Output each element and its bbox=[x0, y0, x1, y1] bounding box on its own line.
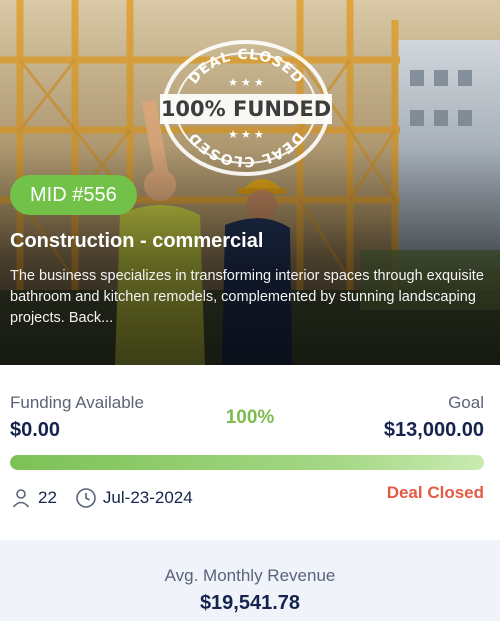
stamp-stars: ★ ★ ★ bbox=[228, 77, 264, 89]
mid-badge: MID #556 bbox=[10, 175, 137, 215]
revenue-section: Avg. Monthly Revenue $19,541.78 bbox=[0, 540, 500, 621]
avg-monthly-revenue-value: $19,541.78 bbox=[199, 592, 301, 614]
deal-date: Jul-23-2024 bbox=[102, 488, 193, 507]
goal-value: $13,000.00 bbox=[383, 419, 484, 441]
stamp-center-text: 100% FUNDED bbox=[161, 97, 331, 121]
goal-label: Goal bbox=[448, 393, 484, 412]
deal-meta: 22 Jul-23-2024 bbox=[10, 486, 193, 510]
investors-count: 22 bbox=[38, 488, 57, 507]
funding-progress-bar bbox=[10, 455, 484, 470]
deal-card[interactable]: DEAL CLOSED 100% FUNDED ★ ★ ★ ★ ★ ★ DEAL… bbox=[0, 0, 500, 621]
person-icon bbox=[10, 487, 32, 509]
deal-title[interactable]: Construction - commercial bbox=[10, 228, 263, 254]
deal-hero-image: DEAL CLOSED 100% FUNDED ★ ★ ★ ★ ★ ★ DEAL… bbox=[0, 0, 500, 365]
deal-status: Deal Closed bbox=[386, 483, 484, 502]
deal-closed-stamp: DEAL CLOSED 100% FUNDED ★ ★ ★ ★ ★ ★ DEAL… bbox=[160, 40, 332, 176]
clock-icon bbox=[75, 487, 97, 509]
deal-description: The business specializes in transforming… bbox=[10, 268, 484, 326]
avg-monthly-revenue-label: Avg. Monthly Revenue bbox=[164, 566, 336, 585]
stamp-stars-bottom: ★ ★ ★ bbox=[228, 129, 264, 141]
funding-progress-fill bbox=[10, 455, 484, 470]
funding-section: Funding Available $0.00 100% Goal $13,00… bbox=[0, 365, 500, 540]
